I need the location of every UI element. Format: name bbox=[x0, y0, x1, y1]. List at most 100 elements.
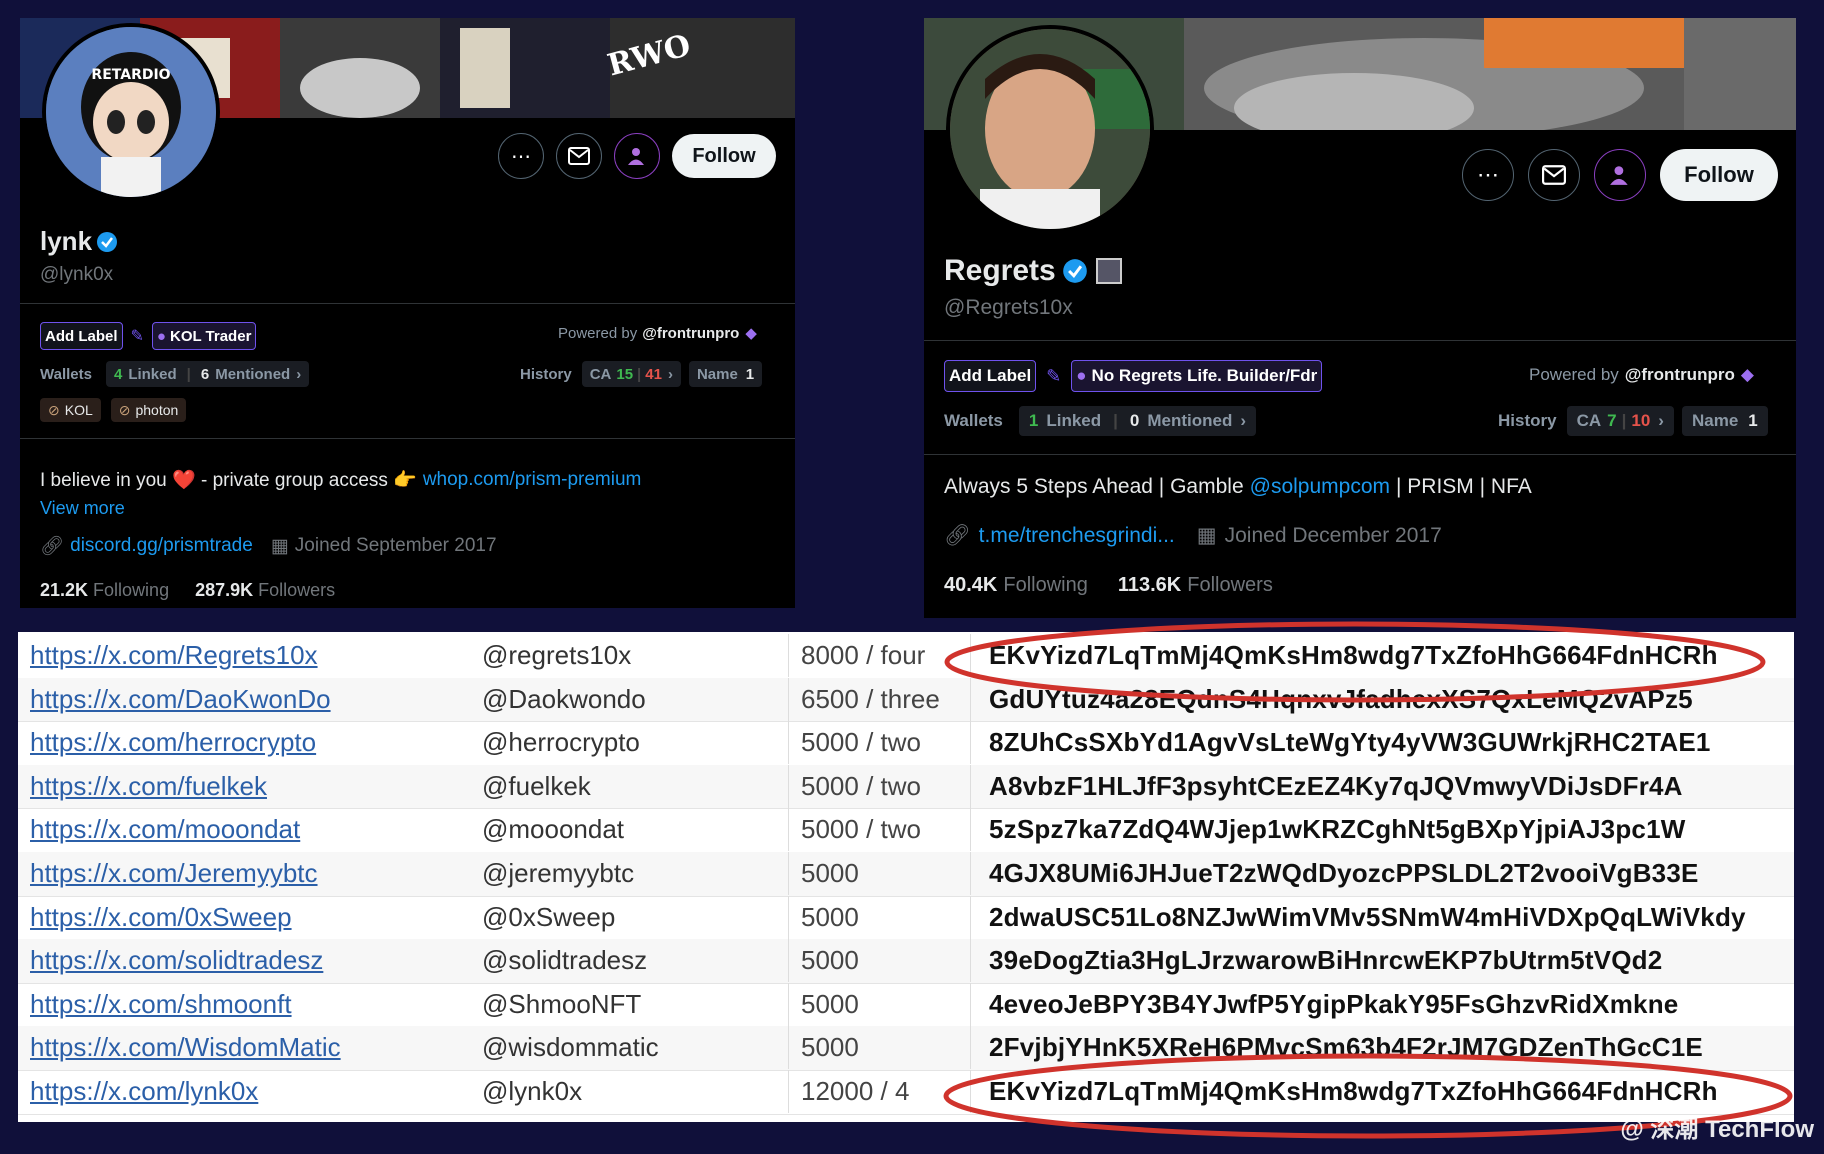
following-count[interactable]: 21.2K bbox=[40, 580, 88, 601]
followers-count[interactable]: 287.9K bbox=[195, 580, 253, 601]
profile-name: Regrets bbox=[944, 254, 1122, 288]
profile-url-link[interactable]: https://x.com/DaoKwonDo bbox=[30, 678, 480, 721]
message-button[interactable] bbox=[556, 133, 602, 179]
mentioned-count: 0 bbox=[1129, 411, 1140, 430]
follow-button[interactable]: Follow bbox=[672, 134, 776, 178]
avatar[interactable]: RETARDIO bbox=[42, 23, 220, 201]
bio-link[interactable]: whop.com/prism-premium bbox=[423, 469, 642, 491]
bio-text: I believe in you ❤️ - private group acce… bbox=[40, 470, 417, 491]
mentioned-count: 6 bbox=[200, 365, 210, 383]
profile-url[interactable]: t.me/trenchesgrindi... bbox=[979, 524, 1175, 548]
handle-cell: @fuelkek bbox=[482, 770, 591, 801]
divider bbox=[924, 340, 1796, 341]
wallets-box[interactable]: 1 Linked | 0 Mentioned › bbox=[1018, 406, 1257, 436]
ca-box[interactable]: CA 7 | 10 › bbox=[1566, 406, 1674, 436]
follow-button[interactable]: Follow bbox=[1660, 149, 1778, 201]
handle-cell: @mooondat bbox=[482, 814, 625, 845]
table-row: https://x.com/shmoonft @ShmooNFT 5000 4eveo… bbox=[18, 982, 1794, 1028]
handle-cell: @Daokwondo bbox=[482, 683, 646, 714]
amount-cell: 5000 bbox=[788, 852, 981, 895]
profile-card-regrets: ⋯ Follow Regrets @Regrets10x Add Label ✎… bbox=[924, 18, 1796, 618]
table-row: https://x.com/WisdomMatic @wisdommatic 500… bbox=[18, 1026, 1794, 1071]
joined-date: Joined December 2017 bbox=[1224, 523, 1442, 547]
profile-url-link[interactable]: https://x.com/solidtradesz bbox=[30, 939, 480, 982]
avatar[interactable] bbox=[946, 25, 1154, 233]
name-box[interactable]: Name 1 bbox=[688, 361, 763, 387]
chevron-right-icon: › bbox=[1658, 411, 1664, 430]
table-row: https://x.com/Regrets10x @regrets10x 8000 … bbox=[18, 634, 1794, 679]
chevron-right-icon: › bbox=[667, 365, 673, 383]
tag-photon[interactable]: ⊘ photon bbox=[110, 398, 187, 422]
followers-count[interactable]: 113.6K bbox=[1118, 574, 1181, 597]
add-label-button[interactable]: Add Label bbox=[40, 322, 123, 350]
more-icon: ⋯ bbox=[1477, 162, 1499, 187]
amount-cell: 12000 / 4 bbox=[788, 1070, 981, 1113]
mail-icon bbox=[1542, 165, 1566, 185]
watermark: @ 深潮 TechFlow bbox=[1620, 1116, 1814, 1143]
add-label-button[interactable]: Add Label bbox=[944, 360, 1037, 392]
message-button[interactable] bbox=[1528, 149, 1580, 201]
more-button[interactable]: ⋯ bbox=[1462, 149, 1514, 201]
profile-url-link[interactable]: https://x.com/mooondat bbox=[30, 808, 480, 851]
edit-icon[interactable]: ✎ bbox=[131, 326, 144, 346]
bio-mention-link[interactable]: @solpumpcom bbox=[1250, 475, 1390, 499]
ca-count-b: 10 bbox=[1631, 411, 1651, 430]
handle-cell: @0xSweep bbox=[482, 901, 616, 932]
tag-kol[interactable]: ⊘ KOL bbox=[40, 398, 101, 422]
wallet-address-cell: GdUYtuz4a28EQdnS4HqnxvJfadhexXS7QxLeMQ2v… bbox=[970, 677, 1794, 721]
ca-box[interactable]: CA 15 | 41 › bbox=[581, 361, 681, 387]
profile-url-link[interactable]: https://x.com/WisdomMatic bbox=[30, 1026, 480, 1069]
amount-cell: 6500 / three bbox=[788, 677, 981, 721]
powered-by-label: Powered by bbox=[1529, 365, 1619, 384]
calendar-icon: ▦ bbox=[270, 535, 289, 557]
amount-cell: 5000 bbox=[788, 1026, 981, 1070]
profile-url[interactable]: discord.gg/prismtrade bbox=[70, 535, 253, 557]
profile-meta: 🔗︎ discord.gg/prismtrade ▦ Joined Septem… bbox=[40, 534, 497, 558]
divider bbox=[20, 438, 795, 439]
linked-count: 4 bbox=[113, 365, 123, 383]
profile-url-link[interactable]: https://x.com/0xSweep bbox=[30, 896, 480, 939]
more-button[interactable]: ⋯ bbox=[498, 133, 544, 179]
amount-cell: 8000 / four bbox=[788, 634, 981, 677]
label-row: Add Label ✎ ● KOL Trader bbox=[40, 322, 257, 350]
powered-by-handle[interactable]: @frontrunpro bbox=[1625, 365, 1735, 385]
profile-handle: @lynk0x bbox=[40, 264, 114, 285]
handle-cell: @wisdommatic bbox=[482, 1032, 659, 1063]
wallet-address-cell: 5zSpz7ka7ZdQ4WJjep1wKRZCghNt5gBXpYjpiAJ3… bbox=[970, 808, 1794, 852]
label-row: Add Label ✎ ● No Regrets Life. Builder/F… bbox=[944, 360, 1323, 392]
kol-trader-badge: ● KOL Trader bbox=[151, 322, 257, 350]
edit-icon[interactable]: ✎ bbox=[1046, 366, 1061, 387]
ca-count-a: 7 bbox=[1607, 411, 1617, 430]
frontrun-logo-icon: ◆ bbox=[1740, 365, 1754, 384]
display-name: lynk bbox=[40, 226, 93, 256]
verified-badge-icon bbox=[97, 231, 118, 252]
profile-url-link[interactable]: https://x.com/Regrets10x bbox=[30, 634, 480, 677]
linked-count: 1 bbox=[1028, 411, 1039, 430]
amount-cell: 5000 / two bbox=[788, 808, 981, 852]
followers-label: Followers bbox=[1187, 574, 1273, 596]
kol-user-button[interactable] bbox=[1594, 149, 1646, 201]
profile-url-link[interactable]: https://x.com/herrocrypto bbox=[30, 721, 480, 764]
powered-by-handle[interactable]: @frontrunpro bbox=[642, 325, 739, 342]
name-box[interactable]: Name 1 bbox=[1681, 406, 1768, 436]
following-count[interactable]: 40.4K bbox=[944, 574, 997, 597]
profile-url-link[interactable]: https://x.com/shmoonft bbox=[30, 983, 480, 1026]
chevron-right-icon: › bbox=[296, 365, 302, 383]
profile-url-link[interactable]: https://x.com/fuelkek bbox=[30, 765, 480, 808]
wallet-address-cell: EKvYizd7LqTmMj4QmKsHm8wdg7TxZfoHhG664Fdn… bbox=[970, 1070, 1794, 1113]
wallets-box[interactable]: 4 Linked | 6 Mentioned › bbox=[105, 361, 310, 387]
view-more-link[interactable]: View more bbox=[40, 498, 125, 519]
kol-user-button[interactable] bbox=[614, 133, 660, 179]
handle-cell: @solidtradesz bbox=[482, 945, 648, 976]
profile-url-link[interactable]: https://x.com/lynk0x bbox=[30, 1070, 480, 1113]
wallet-table: https://x.com/Regrets10x @regrets10x 8000 … bbox=[18, 632, 1794, 1122]
wallet-address-cell: 2FvjbjYHnK5XReH6PMvcSm63b4F2rJM7GDZenThG… bbox=[970, 1026, 1794, 1070]
profile-meta: 🔗︎ t.me/trenchesgrindi... ▦ Joined Decem… bbox=[944, 523, 1442, 548]
wallets-row: Wallets 1 Linked | 0 Mentioned › bbox=[944, 406, 1257, 436]
profile-url-link[interactable]: https://x.com/Jeremyybtc bbox=[30, 852, 480, 895]
wallet-address-cell: 39eDogZtia3HgLJrzwarowBiHnrcwEKP7bUtrm5t… bbox=[970, 939, 1794, 983]
svg-text:RETARDIO: RETARDIO bbox=[91, 67, 170, 83]
history-row: History CA 7 | 10 › Name 1 bbox=[1498, 406, 1768, 436]
table-row: https://x.com/mooondat @mooondat 5000 / tw… bbox=[18, 808, 1794, 853]
mail-icon bbox=[568, 147, 590, 165]
